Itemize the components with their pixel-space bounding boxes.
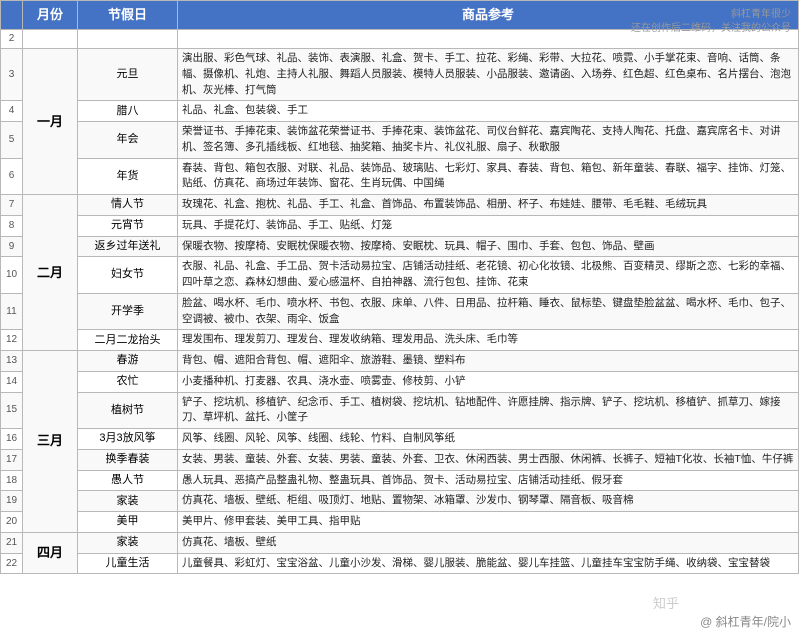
goods-cell: 衣服、礼品、礼盒、手工品、贺卡活动易拉宝、店铺活动挂纸、老花镜、初心化妆镜、北极… xyxy=(178,257,799,294)
row-number: 18 xyxy=(1,470,23,491)
row-number: 10 xyxy=(1,257,23,294)
table-row: 13三月春游背包、帽、遮阳合背包、帽、遮阳伞、旅游鞋、墨镜、塑料布 xyxy=(1,351,799,372)
goods-cell: 脸盆、喝水杯、毛巾、喷水杯、书包、衣服、床单、八件、日用品、拉杆箱、睡衣、鼠标垫… xyxy=(178,293,799,330)
row-number: 13 xyxy=(1,351,23,372)
table-row: 22 儿童生活儿童餐具、彩虹灯、宝宝浴盆、儿童小沙发、滑梯、婴儿服装、脆能盆、婴儿… xyxy=(1,553,799,574)
table-row: 17 换季春装女装、男装、童装、外套、女装、男装、童装、外套、卫衣、休闲西装、男士… xyxy=(1,449,799,470)
goods-cell: 荣誉证书、手捧花束、装饰盆花荣誉证书、手捧花束、装饰盆花、司仪台鲜花、嘉宾陶花、… xyxy=(178,122,799,159)
goods-cell: 儿童餐具、彩虹灯、宝宝浴盆、儿童小沙发、滑梯、婴儿服装、脆能盆、婴儿车挂篮、儿童… xyxy=(178,553,799,574)
festival-cell: 开学季 xyxy=(78,293,178,330)
festival-cell: 返乡过年送礼 xyxy=(78,236,178,257)
goods-cell: 风筝、线圈、风轮、风筝、线圈、线轮、竹料、自制风筝纸 xyxy=(178,429,799,450)
festival-cell: 家装 xyxy=(78,491,178,512)
row-number: 12 xyxy=(1,330,23,351)
goods-cell: 春装、背包、箱包衣服、对联、礼品、装饰品、玻璃贴、七彩灯、家具、春装、背包、箱包… xyxy=(178,158,799,195)
goods-cell: 仿真花、墙板、壁纸 xyxy=(178,532,799,553)
table-row: 12 二月二龙抬头理发围布、理发剪刀、理发台、理发收纳箱、理发用品、洗头床、毛巾等 xyxy=(1,330,799,351)
main-table: 月份 节假日 商品参考 23一月元旦演出服、彩色气球、礼品、装饰、表演服、礼盒、… xyxy=(0,0,799,574)
goods-cell: 美甲片、修甲套装、美甲工具、指甲贴 xyxy=(178,512,799,533)
table-row: 10 妇女节衣服、礼品、礼盒、手工品、贺卡活动易拉宝、店铺活动挂纸、老花镜、初心化… xyxy=(1,257,799,294)
table-row: 15 植树节铲子、挖坑机、移植铲、纪念币、手工、植树袋、挖坑机、钻地配件、许愿挂牌… xyxy=(1,392,799,429)
table-row: 14 农忙小麦播种机、打麦器、农具、浇水壶、喷雾壶、修枝剪、小铲 xyxy=(1,371,799,392)
watermark: 斜杠青年很少 还在创作后二维码，关注我的公众号 xyxy=(631,8,791,36)
goods-cell: 愚人玩具、恶搞产品整蛊礼物、整蛊玩具、首饰品、贺卡、活动易拉宝、店铺活动挂纸、假… xyxy=(178,470,799,491)
table-row: 3一月元旦演出服、彩色气球、礼品、装饰、表演服、礼盒、贺卡、手工、拉花、彩绳、彩… xyxy=(1,49,799,101)
row-number: 3 xyxy=(1,49,23,101)
festival-cell: 妇女节 xyxy=(78,257,178,294)
festival-cell: 家装 xyxy=(78,532,178,553)
festival-cell: 3月3放风筝 xyxy=(78,429,178,450)
row-number: 11 xyxy=(1,293,23,330)
row-num-header xyxy=(1,1,23,30)
table-row: 18 愚人节愚人玩具、恶搞产品整蛊礼物、整蛊玩具、首饰品、贺卡、活动易拉宝、店铺活… xyxy=(1,470,799,491)
table-row: 11 开学季脸盆、喝水杯、毛巾、喷水杯、书包、衣服、床单、八件、日用品、拉杆箱、睡… xyxy=(1,293,799,330)
row-number: 5 xyxy=(1,122,23,159)
festival-cell: 春游 xyxy=(78,351,178,372)
row-number: 22 xyxy=(1,553,23,574)
table-row: 4 腊八礼品、礼盒、包装袋、手工 xyxy=(1,101,799,122)
row-number: 14 xyxy=(1,371,23,392)
month-cell: 四月 xyxy=(23,532,78,574)
row-number: 2 xyxy=(1,30,23,49)
festival-cell: 换季春装 xyxy=(78,449,178,470)
watermark-line2: 还在创作后二维码，关注我的公众号 xyxy=(631,22,791,36)
table-row: 5 年会荣誉证书、手捧花束、装饰盆花荣誉证书、手捧花束、装饰盆花、司仪台鲜花、嘉宾… xyxy=(1,122,799,159)
festival-cell: 年货 xyxy=(78,158,178,195)
table-row: 21四月家装仿真花、墙板、壁纸 xyxy=(1,532,799,553)
festival-cell: 美甲 xyxy=(78,512,178,533)
col-b-header: 节假日 xyxy=(78,1,178,30)
table-row: 6 年货春装、背包、箱包衣服、对联、礼品、装饰品、玻璃贴、七彩灯、家具、春装、背包… xyxy=(1,158,799,195)
watermark-line1: 斜杠青年很少 xyxy=(631,8,791,22)
goods-cell: 背包、帽、遮阳合背包、帽、遮阳伞、旅游鞋、墨镜、塑料布 xyxy=(178,351,799,372)
row-number: 20 xyxy=(1,512,23,533)
festival-cell: 愚人节 xyxy=(78,470,178,491)
goods-cell: 小麦播种机、打麦器、农具、浇水壶、喷雾壶、修枝剪、小铲 xyxy=(178,371,799,392)
festival-cell: 元宵节 xyxy=(78,215,178,236)
festival-cell: 植树节 xyxy=(78,392,178,429)
table-row: 16 3月3放风筝风筝、线圈、风轮、风筝、线圈、线轮、竹料、自制风筝纸 xyxy=(1,429,799,450)
table-row: 20 美甲美甲片、修甲套装、美甲工具、指甲贴 xyxy=(1,512,799,533)
row-number: 6 xyxy=(1,158,23,195)
row-number: 17 xyxy=(1,449,23,470)
festival-cell: 年会 xyxy=(78,122,178,159)
goods-cell: 女装、男装、童装、外套、女装、男装、童装、外套、卫衣、休闲西装、男士西服、休闲裤… xyxy=(178,449,799,470)
goods-cell: 礼品、礼盒、包装袋、手工 xyxy=(178,101,799,122)
row-number: 15 xyxy=(1,392,23,429)
row-number: 16 xyxy=(1,429,23,450)
goods-cell: 玩具、手提花灯、装饰品、手工、贴纸、灯笼 xyxy=(178,215,799,236)
festival-cell: 腊八 xyxy=(78,101,178,122)
month-cell xyxy=(23,30,78,49)
goods-cell: 保暖衣物、按摩椅、安眠枕保暖衣物、按摩椅、安眠枕、玩具、帽子、围巾、手套、包包、… xyxy=(178,236,799,257)
goods-cell: 玫瑰花、礼盒、抱枕、礼品、手工、礼盒、首饰品、布置装饰品、相册、杯子、布娃娃、腰… xyxy=(178,195,799,216)
goods-cell: 理发围布、理发剪刀、理发台、理发收纳箱、理发用品、洗头床、毛巾等 xyxy=(178,330,799,351)
festival-cell: 儿童生活 xyxy=(78,553,178,574)
festival-cell xyxy=(78,30,178,49)
month-cell: 三月 xyxy=(23,351,78,533)
month-cell: 一月 xyxy=(23,49,78,195)
table-row: 8 元宵节玩具、手提花灯、装饰品、手工、贴纸、灯笼 xyxy=(1,215,799,236)
festival-cell: 情人节 xyxy=(78,195,178,216)
festival-cell: 元旦 xyxy=(78,49,178,101)
row-number: 4 xyxy=(1,101,23,122)
page-wrapper: 斜杠青年很少 还在创作后二维码，关注我的公众号 月份 节假日 商品参考 23一月… xyxy=(0,0,799,634)
row-number: 21 xyxy=(1,532,23,553)
month-cell: 二月 xyxy=(23,195,78,351)
row-number: 9 xyxy=(1,236,23,257)
row-number: 8 xyxy=(1,215,23,236)
festival-cell: 二月二龙抬头 xyxy=(78,330,178,351)
zhihu-logo: 知乎 xyxy=(653,593,679,612)
festival-cell: 农忙 xyxy=(78,371,178,392)
row-number: 7 xyxy=(1,195,23,216)
goods-cell: 铲子、挖坑机、移植铲、纪念币、手工、植树袋、挖坑机、钻地配件、许愿挂牌、指示牌、… xyxy=(178,392,799,429)
goods-cell: 仿真花、墙板、壁纸、柜组、吸顶灯、地贴、置物架、冰箱罩、沙发巾、钢琴罩、隔音板、… xyxy=(178,491,799,512)
col-a-header: 月份 xyxy=(23,1,78,30)
table-row: 9 返乡过年送礼保暖衣物、按摩椅、安眠枕保暖衣物、按摩椅、安眠枕、玩具、帽子、围巾… xyxy=(1,236,799,257)
zhihu-author: @ 斜杠青年/院小 xyxy=(700,613,791,630)
table-row: 7二月情人节玫瑰花、礼盒、抱枕、礼品、手工、礼盒、首饰品、布置装饰品、相册、杯子… xyxy=(1,195,799,216)
row-number: 19 xyxy=(1,491,23,512)
table-row: 19 家装仿真花、墙板、壁纸、柜组、吸顶灯、地贴、置物架、冰箱罩、沙发巾、钢琴罩、… xyxy=(1,491,799,512)
goods-cell: 演出服、彩色气球、礼品、装饰、表演服、礼盒、贺卡、手工、拉花、彩绳、彩带、大拉花… xyxy=(178,49,799,101)
